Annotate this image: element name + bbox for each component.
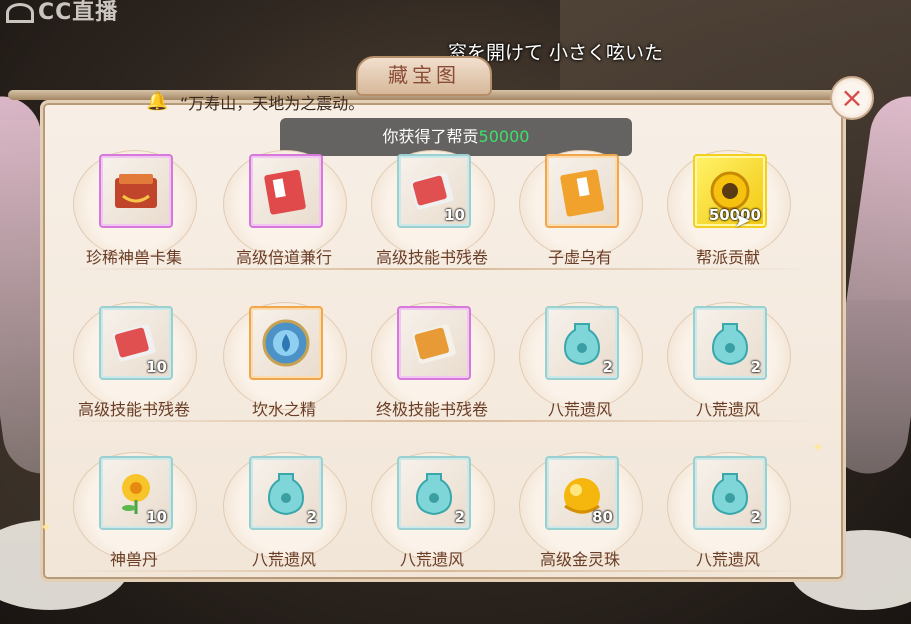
jade-vase-icon bbox=[267, 473, 305, 516]
item-frame bbox=[397, 306, 471, 380]
toast-amount: 50000 bbox=[478, 127, 530, 146]
item-label: 八荒遗风 bbox=[399, 550, 464, 569]
item-label: 高级技能书残卷 bbox=[375, 248, 488, 267]
jade-vase-icon bbox=[415, 473, 453, 516]
item-label: 八荒遗风 bbox=[695, 550, 760, 569]
item-frame: 10 bbox=[397, 154, 471, 228]
orange-book-icon bbox=[560, 169, 605, 217]
item-label: 八荒遗风 bbox=[251, 550, 316, 569]
item-label: 帮派贡献 bbox=[695, 248, 760, 267]
item-frame: 2 bbox=[693, 306, 767, 380]
panel-title: 藏宝图 bbox=[388, 63, 460, 87]
item-frame: 10 bbox=[99, 306, 173, 380]
reward-grid: 珍稀神兽卡集 高级倍道兼行 10 高级技能书残卷 子虚乌有 50000 帮派贡献 10 高级技能… bbox=[60, 150, 820, 572]
close-icon: × bbox=[840, 81, 864, 114]
item-frame: 2 bbox=[397, 456, 471, 530]
item-quantity: 2 bbox=[750, 358, 761, 376]
item-quantity: 2 bbox=[750, 508, 761, 526]
item-label: 子虚乌有 bbox=[547, 248, 612, 267]
item-label: 珍稀神兽卡集 bbox=[85, 248, 182, 267]
sparkle-icon: ✦ bbox=[812, 440, 824, 456]
cc-logo-icon bbox=[6, 3, 34, 23]
jade-vase-icon bbox=[563, 323, 601, 366]
beast-card-box-icon bbox=[115, 174, 157, 208]
row-divider bbox=[60, 570, 820, 572]
item-frame bbox=[249, 154, 323, 228]
item-frame: 2 bbox=[545, 306, 619, 380]
item-quantity: 10 bbox=[146, 508, 167, 526]
item-label: 高级技能书残卷 bbox=[77, 400, 190, 419]
item-frame: 80 bbox=[545, 456, 619, 530]
item-quantity: 80 bbox=[592, 508, 613, 526]
close-button[interactable]: × bbox=[830, 76, 874, 120]
water-essence-icon bbox=[262, 319, 310, 367]
item-label: 高级金灵珠 bbox=[539, 550, 620, 569]
item-label: 终极技能书残卷 bbox=[375, 400, 488, 419]
ultimate-skill-book-icon bbox=[412, 324, 456, 364]
jade-vase-icon bbox=[711, 473, 749, 516]
jade-vase-icon bbox=[711, 323, 749, 366]
item-label: 八荒遗风 bbox=[695, 400, 760, 419]
item-quantity: 2 bbox=[306, 508, 317, 526]
red-scroll-book-icon bbox=[264, 169, 306, 215]
item-frame bbox=[99, 154, 173, 228]
item-quantity: 10 bbox=[444, 206, 465, 224]
panel-title-plate: 藏宝图 bbox=[356, 56, 492, 96]
mouse-cursor-icon: ➤ bbox=[734, 208, 751, 232]
watermark: CC直播 bbox=[6, 0, 118, 26]
item-label: 坎水之精 bbox=[251, 400, 316, 419]
item-quantity: 2 bbox=[602, 358, 613, 376]
item-frame: 10 bbox=[99, 456, 173, 530]
item-frame: 50000 bbox=[693, 154, 767, 228]
item-frame bbox=[249, 306, 323, 380]
announcement-text: “万寿山，天地为之震动。 bbox=[180, 94, 365, 113]
toast-prefix: 你获得了帮贡 bbox=[382, 127, 479, 146]
item-frame bbox=[545, 154, 619, 228]
item-label: 八荒遗风 bbox=[547, 400, 612, 419]
sparkle-icon: ✦ bbox=[40, 520, 52, 536]
item-frame: 2 bbox=[693, 456, 767, 530]
bell-icon: 🔔 bbox=[146, 91, 169, 112]
item-frame: 2 bbox=[249, 456, 323, 530]
item-quantity: 2 bbox=[454, 508, 465, 526]
row-divider bbox=[60, 420, 820, 422]
item-label: 高级倍道兼行 bbox=[235, 248, 332, 267]
item-quantity: 10 bbox=[146, 358, 167, 376]
announcement-bar: 🔔 “万寿山，天地为之震动。 bbox=[146, 91, 365, 116]
row-divider bbox=[60, 268, 820, 270]
item-label: 神兽丹 bbox=[109, 550, 158, 569]
